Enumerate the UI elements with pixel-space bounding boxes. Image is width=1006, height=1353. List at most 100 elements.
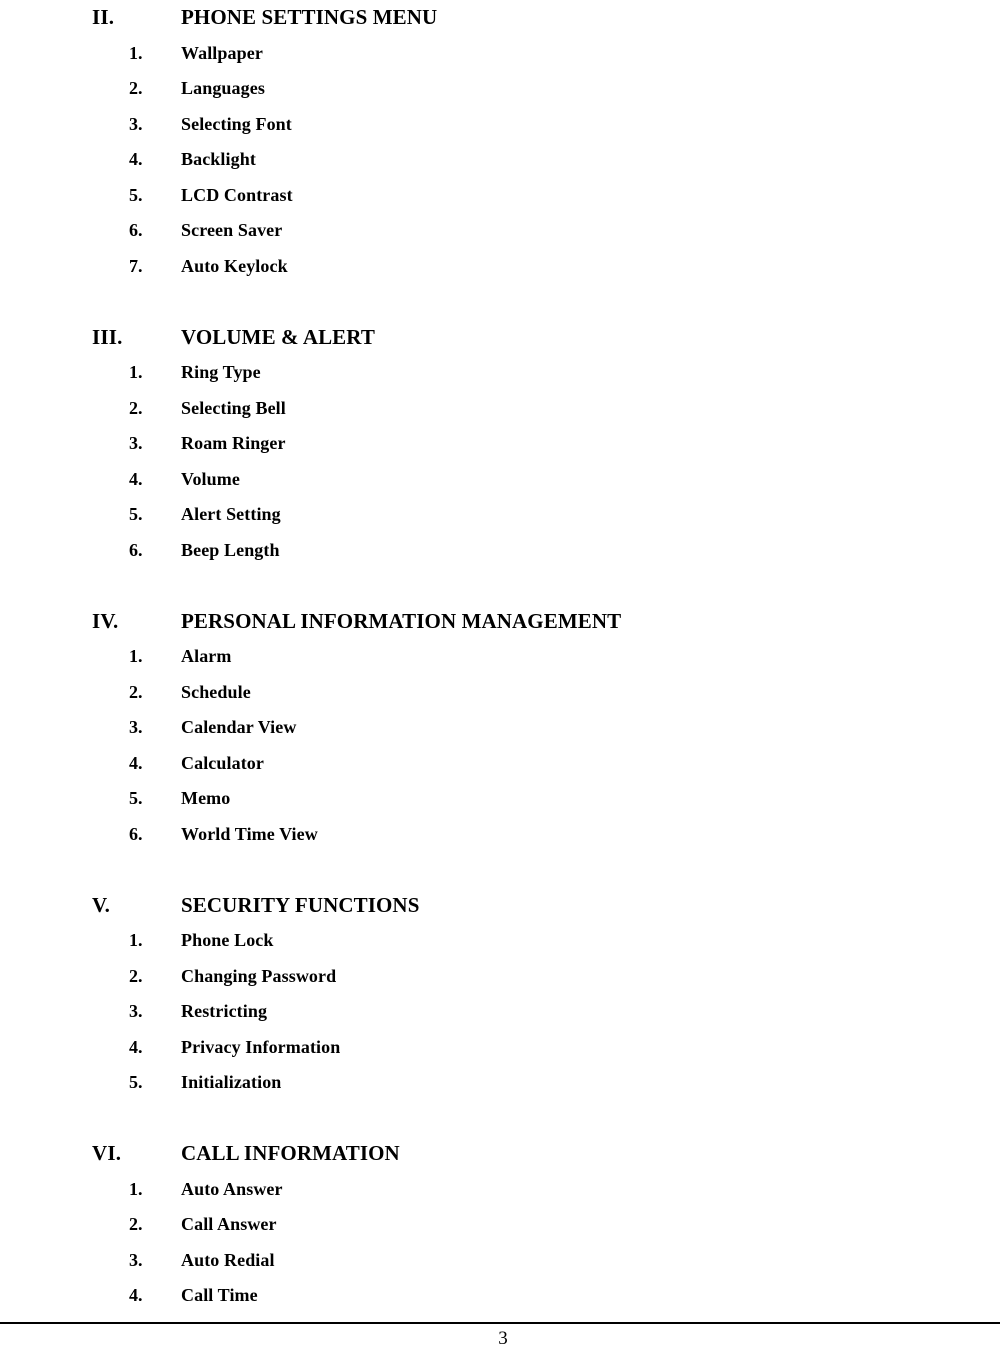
toc-item-number: 2.: [129, 78, 143, 98]
toc-item[interactable]: 3. Auto Redial: [0, 1243, 1006, 1279]
toc-item-number: 6.: [129, 539, 143, 560]
toc-item[interactable]: 2. Call Answer: [0, 1207, 1006, 1243]
toc-item-number: 3.: [129, 717, 143, 737]
toc-item[interactable]: 2. Changing Password: [0, 959, 1006, 995]
toc-item-list: 1. Wallpaper 2. Languages 3. Selecting Font 4.…: [0, 36, 1006, 285]
toc-item-number: 3.: [129, 113, 143, 134]
page-footer: 3: [0, 1322, 1006, 1352]
table-of-contents: II. PHONE SETTINGS MENU 1. Wallpaper 2. Langu…: [0, 0, 1006, 1314]
toc-item[interactable]: 5. Alert Setting: [0, 497, 1006, 533]
toc-item-label: Auto Redial: [181, 1249, 275, 1270]
toc-section-numeral: V.: [92, 892, 111, 917]
toc-section-heading[interactable]: VI. CALL INFORMATION: [0, 1136, 1006, 1172]
toc-item-label: Call Answer: [181, 1214, 277, 1234]
toc-item-label: Languages: [181, 78, 265, 98]
toc-item-number: 2.: [129, 681, 143, 702]
toc-item-list: 1. Alarm 2. Schedule 3. Calendar View 4. Calcul…: [0, 639, 1006, 852]
toc-item-number: 1.: [129, 362, 143, 382]
toc-item-number: 5.: [129, 788, 143, 808]
toc-item-number: 4.: [129, 1036, 143, 1057]
toc-item-number: 4.: [129, 1285, 143, 1305]
toc-item-number: 2.: [129, 965, 143, 986]
toc-item[interactable]: 7. Auto Keylock: [0, 249, 1006, 285]
toc-item-number: 3.: [129, 1249, 143, 1270]
toc-item-number: 3.: [129, 1001, 143, 1021]
toc-item[interactable]: 3. Restricting: [0, 994, 1006, 1030]
toc-item-label: Phone Lock: [181, 930, 274, 950]
toc-item[interactable]: 4. Privacy Information: [0, 1030, 1006, 1066]
toc-item[interactable]: 3. Calendar View: [0, 710, 1006, 746]
toc-item-number: 1.: [129, 1178, 143, 1199]
toc-item[interactable]: 4. Backlight: [0, 142, 1006, 178]
toc-item-label: World Time View: [181, 823, 318, 844]
toc-section-heading[interactable]: II. PHONE SETTINGS MENU: [0, 0, 1006, 36]
toc-item-number: 2.: [129, 397, 143, 418]
toc-item-label: Backlight: [181, 149, 256, 169]
toc-item-label: Changing Password: [181, 965, 337, 986]
toc-section-title: PHONE SETTINGS MENU: [181, 5, 438, 29]
toc-item-label: Memo: [181, 788, 231, 808]
toc-section-heading[interactable]: V. SECURITY FUNCTIONS: [0, 888, 1006, 924]
toc-item-label: Roam Ringer: [181, 433, 286, 453]
toc-item-label: Alert Setting: [181, 504, 281, 524]
toc-item[interactable]: 4. Calculator: [0, 746, 1006, 782]
toc-item[interactable]: 6. Beep Length: [0, 533, 1006, 569]
toc-section-numeral: II.: [92, 5, 115, 29]
toc-section-title: CALL INFORMATION: [181, 1141, 400, 1165]
toc-item-label: Alarm: [181, 646, 232, 666]
toc-item-label: LCD Contrast: [181, 184, 293, 205]
toc-item-list: 1. Phone Lock 2. Changing Password 3. Restric…: [0, 923, 1006, 1101]
toc-item[interactable]: 5. Initialization: [0, 1065, 1006, 1101]
toc-item-label: Ring Type: [181, 362, 261, 382]
toc-item-label: Wallpaper: [181, 42, 263, 63]
toc-item[interactable]: 4. Volume: [0, 462, 1006, 498]
document-page: II. PHONE SETTINGS MENU 1. Wallpaper 2. Langu…: [0, 0, 1006, 1353]
toc-section: IV. PERSONAL INFORMATION MANAGEMENT 1. Alar…: [0, 604, 1006, 853]
toc-section-numeral: IV.: [92, 608, 119, 633]
toc-item[interactable]: 1. Auto Answer: [0, 1172, 1006, 1208]
toc-item[interactable]: 6. World Time View: [0, 817, 1006, 853]
toc-item-label: Volume: [181, 468, 240, 489]
toc-item-label: Screen Saver: [181, 220, 283, 240]
toc-item-number: 4.: [129, 149, 143, 169]
toc-item-number: 5.: [129, 184, 143, 205]
toc-item-number: 6.: [129, 220, 143, 240]
page-number: 3: [498, 1328, 508, 1349]
toc-item-number: 3.: [129, 433, 143, 453]
toc-section-numeral: VI.: [92, 1141, 122, 1165]
toc-item[interactable]: 1. Alarm: [0, 639, 1006, 675]
toc-item-list: 1. Ring Type 2. Selecting Bell 3. Roam Ringer…: [0, 355, 1006, 568]
toc-item-label: Calculator: [181, 752, 264, 773]
toc-item-label: Privacy Information: [181, 1036, 341, 1057]
toc-item-label: Schedule: [181, 681, 251, 702]
toc-item-label: Restricting: [181, 1001, 268, 1021]
toc-section: III. VOLUME & ALERT 1. Ring Type 2. Selecting…: [0, 320, 1006, 569]
toc-item[interactable]: 4. Call Time: [0, 1278, 1006, 1314]
toc-item-number: 5.: [129, 504, 143, 524]
toc-item[interactable]: 1. Ring Type: [0, 355, 1006, 391]
toc-section-heading[interactable]: IV. PERSONAL INFORMATION MANAGEMENT: [0, 604, 1006, 640]
toc-item[interactable]: 6. Screen Saver: [0, 213, 1006, 249]
toc-item[interactable]: 5. LCD Contrast: [0, 178, 1006, 214]
toc-item[interactable]: 1. Phone Lock: [0, 923, 1006, 959]
toc-item[interactable]: 2. Languages: [0, 71, 1006, 107]
toc-section-title: PERSONAL INFORMATION MANAGEMENT: [181, 608, 622, 633]
toc-item-label: Initialization: [181, 1072, 282, 1092]
toc-section-heading[interactable]: III. VOLUME & ALERT: [0, 320, 1006, 356]
toc-section-title: SECURITY FUNCTIONS: [181, 892, 420, 917]
toc-item[interactable]: 5. Memo: [0, 781, 1006, 817]
toc-item-number: 4.: [129, 468, 143, 489]
toc-item[interactable]: 3. Roam Ringer: [0, 426, 1006, 462]
toc-item-label: Beep Length: [181, 539, 280, 560]
toc-item[interactable]: 1. Wallpaper: [0, 36, 1006, 72]
toc-section-title: VOLUME & ALERT: [181, 324, 375, 349]
toc-item-label: Auto Keylock: [181, 255, 288, 276]
toc-item[interactable]: 2. Selecting Bell: [0, 391, 1006, 427]
toc-item-list: 1. Auto Answer 2. Call Answer 3. Auto Redial 4…: [0, 1172, 1006, 1314]
toc-item[interactable]: 2. Schedule: [0, 675, 1006, 711]
toc-item-number: 7.: [129, 255, 143, 276]
toc-item-number: 2.: [129, 1214, 143, 1234]
toc-item-number: 1.: [129, 646, 143, 666]
toc-item[interactable]: 3. Selecting Font: [0, 107, 1006, 143]
toc-item-number: 1.: [129, 42, 143, 63]
